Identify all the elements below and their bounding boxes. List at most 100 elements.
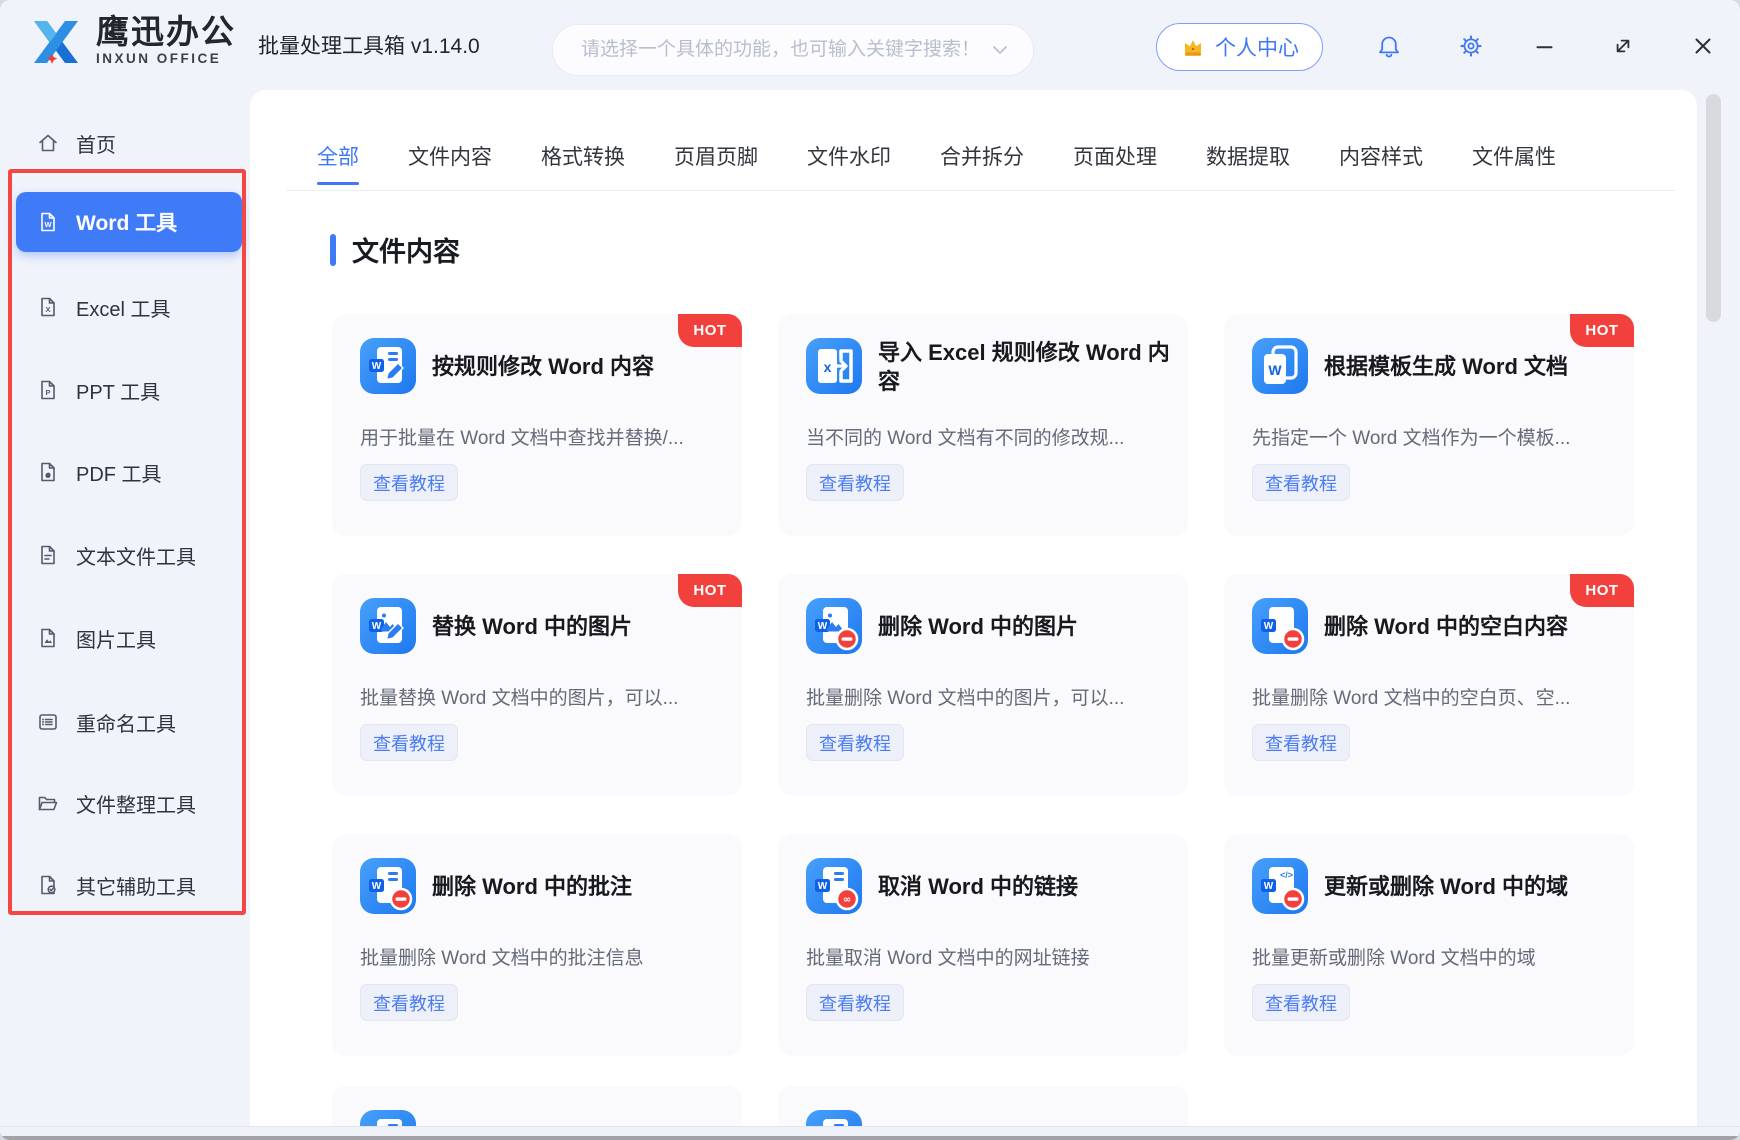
card-description: 先指定一个 Word 文档作为一个模板...: [1252, 423, 1616, 450]
view-tutorial-button[interactable]: 查看教程: [806, 464, 904, 501]
tool-card-partial[interactable]: W: [332, 1086, 742, 1126]
gear-icon[interactable]: [1458, 33, 1484, 59]
main-panel: 全部文件内容格式转换页眉页脚文件水印合并拆分页面处理数据提取内容样式文件属性 文…: [250, 90, 1697, 1126]
tool-card[interactable]: W删除 Word 中的图片批量删除 Word 文档中的图片，可以...查看教程: [778, 574, 1188, 796]
scrollbar-thumb[interactable]: [1706, 94, 1721, 322]
home-icon: [36, 131, 60, 155]
personal-center-label: 个人中心: [1215, 32, 1299, 62]
word-pages-icon: W: [1252, 338, 1308, 394]
sidebar-item-misc[interactable]: 其它辅助工具: [16, 865, 242, 905]
sidebar-item-label: PPT 工具: [76, 376, 160, 405]
tool-card[interactable]: x导入 Excel 规则修改 Word 内容当不同的 Word 文档有不同的修改…: [778, 314, 1188, 536]
word-doc-icon: W: [806, 1110, 862, 1126]
tab-5[interactable]: 合并拆分: [940, 141, 1024, 171]
tool-card[interactable]: W</>更新或删除 Word 中的域批量更新或删除 Word 文档中的域查看教程: [1224, 834, 1634, 1056]
pdf-doc-icon: [36, 460, 60, 484]
sidebar-item-rename[interactable]: 重命名工具: [16, 702, 242, 742]
text-doc-icon: [36, 543, 60, 567]
tool-card[interactable]: HOTW根据模板生成 Word 文档先指定一个 Word 文档作为一个模板...…: [1224, 314, 1634, 536]
minimize-icon[interactable]: [1532, 34, 1558, 60]
rename-doc-icon: [36, 710, 60, 734]
card-description: 用于批量在 Word 文档中查找并替换/...: [360, 423, 724, 450]
brand-name-en: INXUN OFFICE: [96, 51, 246, 66]
card-description: 批量替换 Word 文档中的图片，可以...: [360, 683, 724, 710]
word-comment-del-icon: W: [360, 858, 416, 914]
section-header: 文件内容: [330, 230, 460, 269]
ppt-doc-icon: P: [36, 378, 60, 402]
view-tutorial-button[interactable]: 查看教程: [360, 464, 458, 501]
personal-center-button[interactable]: 个人中心: [1156, 23, 1323, 71]
svg-text:W: W: [1268, 362, 1282, 378]
maximize-icon[interactable]: [1610, 33, 1636, 59]
tool-card[interactable]: HOTW替换 Word 中的图片批量替换 Word 文档中的图片，可以...查看…: [332, 574, 742, 796]
folder-doc-icon: [36, 791, 60, 815]
card-description: 批量删除 Word 文档中的图片，可以...: [806, 683, 1170, 710]
tab-7[interactable]: 数据提取: [1206, 141, 1290, 171]
tab-2[interactable]: 格式转换: [541, 141, 625, 171]
tab-all[interactable]: 全部: [317, 141, 359, 171]
tab-9[interactable]: 文件属性: [1472, 141, 1556, 171]
function-search-box[interactable]: [552, 24, 1034, 76]
sidebar-item-excel[interactable]: XExcel 工具: [16, 287, 242, 327]
sidebar-item-home[interactable]: 首页: [16, 123, 242, 163]
image-doc-icon: [36, 626, 60, 650]
app-window: 鹰迅办公 INXUN OFFICE 批量处理工具箱 v1.14.0 个人中心 首…: [0, 0, 1740, 1140]
view-tutorial-button[interactable]: 查看教程: [806, 724, 904, 761]
tab-8[interactable]: 内容样式: [1339, 141, 1423, 171]
sidebar-item-word[interactable]: WWord 工具: [16, 192, 242, 252]
misc-doc-icon: [36, 873, 60, 897]
word-edit-icon: W: [360, 338, 416, 394]
svg-text:W: W: [818, 621, 828, 632]
brand-name-cn: 鹰迅办公: [96, 14, 246, 50]
section-accent-bar: [330, 234, 336, 266]
tabs-divider: [286, 190, 1676, 191]
category-tabs: 全部 文件内容 格式转换 页眉页脚 文件水印 合并拆分 页面处理 数据提取 内容样式 文件属性: [317, 126, 1556, 186]
close-icon[interactable]: [1690, 33, 1716, 59]
svg-text:W: W: [1264, 621, 1274, 632]
word-link-del-icon: W∞: [806, 858, 862, 914]
card-description: 批量删除 Word 文档中的空白页、空...: [1252, 683, 1616, 710]
view-tutorial-button[interactable]: 查看教程: [1252, 724, 1350, 761]
tool-card[interactable]: W∞取消 Word 中的链接批量取消 Word 文档中的网址链接查看教程: [778, 834, 1188, 1056]
card-description: 批量删除 Word 文档中的批注信息: [360, 943, 724, 970]
svg-text:</>: </>: [1280, 870, 1293, 880]
sidebar-item-organize[interactable]: 文件整理工具: [16, 783, 242, 823]
tab-6[interactable]: 页面处理: [1073, 141, 1157, 171]
sidebar-item-image[interactable]: 图片工具: [16, 618, 242, 658]
card-title: 根据模板生成 Word 文档: [1324, 330, 1616, 404]
tab-3[interactable]: 页眉页脚: [674, 141, 758, 171]
card-title: 取消 Word 中的链接: [878, 850, 1170, 924]
crown-icon: [1180, 34, 1206, 60]
sidebar-item-ppt[interactable]: P PPT 工具: [16, 370, 242, 410]
sidebar-item-label: 首页: [76, 129, 116, 158]
excel-doc-icon: X: [36, 295, 60, 319]
sidebar-item-text[interactable]: 文本文件工具: [16, 535, 242, 575]
svg-text:W: W: [44, 220, 52, 229]
tool-card[interactable]: W删除 Word 中的批注批量删除 Word 文档中的批注信息查看教程: [332, 834, 742, 1056]
sidebar-item-pdf[interactable]: PDF 工具: [16, 452, 242, 492]
word-image-edit-icon: W: [360, 598, 416, 654]
titlebar: 鹰迅办公 INXUN OFFICE 批量处理工具箱 v1.14.0 个人中心: [0, 0, 1740, 90]
bell-icon[interactable]: [1376, 33, 1402, 59]
sidebar: 首页 WWord 工具 XExcel 工具 P PPT 工具 PDF 工具文本文件工具图…: [0, 90, 250, 1124]
tab-1[interactable]: 文件内容: [408, 141, 492, 171]
search-input[interactable]: [581, 39, 989, 61]
word-blank-del-icon: W: [1252, 598, 1308, 654]
tool-card[interactable]: HOTW删除 Word 中的空白内容批量删除 Word 文档中的空白页、空...…: [1224, 574, 1634, 796]
view-tutorial-button[interactable]: 查看教程: [360, 724, 458, 761]
tool-card-partial[interactable]: W: [778, 1086, 1188, 1126]
card-title: 按规则修改 Word 内容: [432, 330, 724, 404]
svg-text:W: W: [372, 361, 382, 372]
view-tutorial-button[interactable]: 查看教程: [1252, 984, 1350, 1021]
sidebar-item-label: 图片工具: [76, 624, 156, 653]
tab-4[interactable]: 文件水印: [807, 141, 891, 171]
chevron-down-icon[interactable]: [989, 39, 1011, 61]
sidebar-item-label: 重命名工具: [76, 708, 176, 737]
card-title: 替换 Word 中的图片: [432, 590, 724, 664]
tool-card[interactable]: HOTW按规则修改 Word 内容用于批量在 Word 文档中查找并替换/...…: [332, 314, 742, 536]
window-bottom-edge: [0, 1136, 1740, 1140]
card-title: 导入 Excel 规则修改 Word 内容: [878, 330, 1170, 404]
view-tutorial-button[interactable]: 查看教程: [360, 984, 458, 1021]
view-tutorial-button[interactable]: 查看教程: [806, 984, 904, 1021]
view-tutorial-button[interactable]: 查看教程: [1252, 464, 1350, 501]
